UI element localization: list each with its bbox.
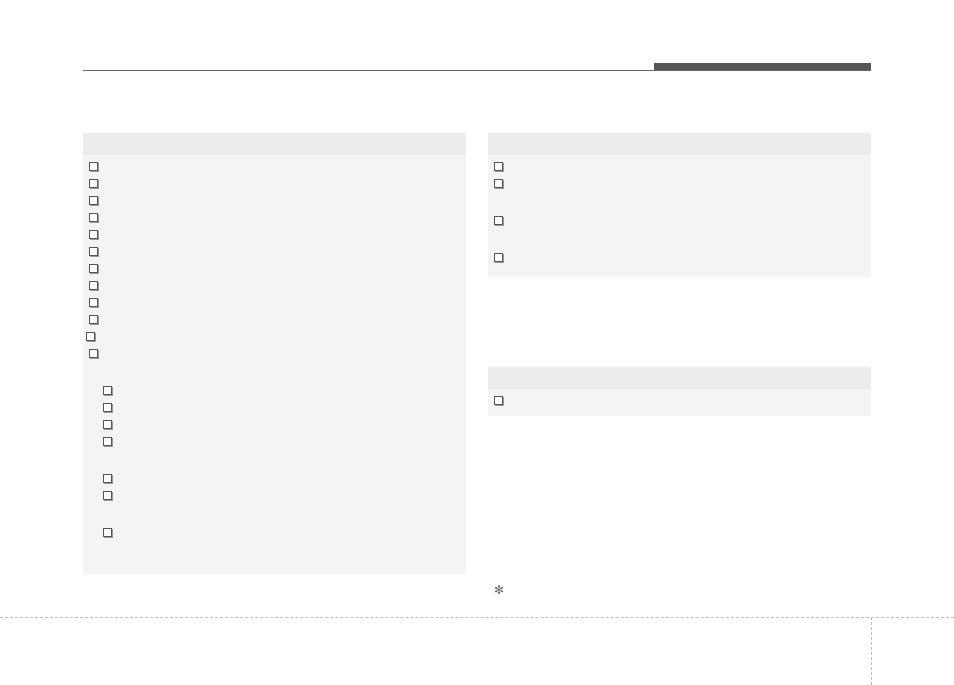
footnote-mark-icon: ✻: [494, 583, 504, 597]
list-item: [89, 312, 460, 329]
checkbox-icon: [89, 196, 98, 205]
checkbox-icon: [89, 230, 98, 239]
checkbox-icon: [89, 247, 98, 256]
list-item: [494, 176, 865, 193]
list-item: [103, 434, 460, 451]
list-item: [86, 329, 460, 346]
left-panel: [83, 133, 466, 574]
list-item: [89, 176, 460, 193]
right-top-panel: [488, 133, 871, 277]
list-item: [103, 488, 460, 505]
checkbox-icon: [89, 264, 98, 273]
checkbox-icon: [494, 162, 503, 171]
right-top-panel-header: [488, 133, 871, 155]
list-item: [89, 346, 460, 363]
list-item: [89, 261, 460, 278]
left-panel-header: [83, 133, 466, 155]
checkbox-icon: [89, 281, 98, 290]
list-item: [89, 210, 460, 227]
list-item: [89, 295, 460, 312]
checkbox-icon: [103, 474, 112, 483]
checkbox-icon: [494, 216, 503, 225]
list-item: [89, 244, 460, 261]
checkbox-icon: [89, 179, 98, 188]
list-item: [494, 250, 865, 267]
checkbox-icon: [103, 420, 112, 429]
checkbox-icon: [86, 332, 95, 341]
checkbox-icon: [103, 528, 112, 537]
list-item: [494, 393, 865, 410]
checkbox-icon: [89, 349, 98, 358]
list-item: [89, 159, 460, 176]
right-bottom-panel-header: [488, 367, 871, 389]
checkbox-icon: [89, 162, 98, 171]
checkbox-icon: [494, 396, 503, 405]
checkbox-icon: [89, 213, 98, 222]
list-item: [89, 227, 460, 244]
checkbox-icon: [103, 403, 112, 412]
list-item: [103, 471, 460, 488]
trim-line-vertical: [871, 617, 872, 685]
checkbox-icon: [89, 298, 98, 307]
checkbox-icon: [494, 253, 503, 262]
list-item: [103, 417, 460, 434]
list-item: [89, 278, 460, 295]
list-item: [103, 400, 460, 417]
list-item: [494, 159, 865, 176]
checkbox-icon: [89, 315, 98, 324]
trim-line-horizontal: [0, 617, 954, 618]
checkbox-icon: [103, 386, 112, 395]
right-bottom-panel: [488, 367, 871, 416]
list-item: [494, 213, 865, 230]
header-rule: [83, 63, 871, 71]
list-item: [89, 193, 460, 210]
checkbox-icon: [103, 437, 112, 446]
checkbox-icon: [494, 179, 503, 188]
header-accent-bar: [654, 63, 871, 70]
checkbox-icon: [103, 491, 112, 500]
list-item: [103, 525, 460, 542]
list-item: [103, 383, 460, 400]
